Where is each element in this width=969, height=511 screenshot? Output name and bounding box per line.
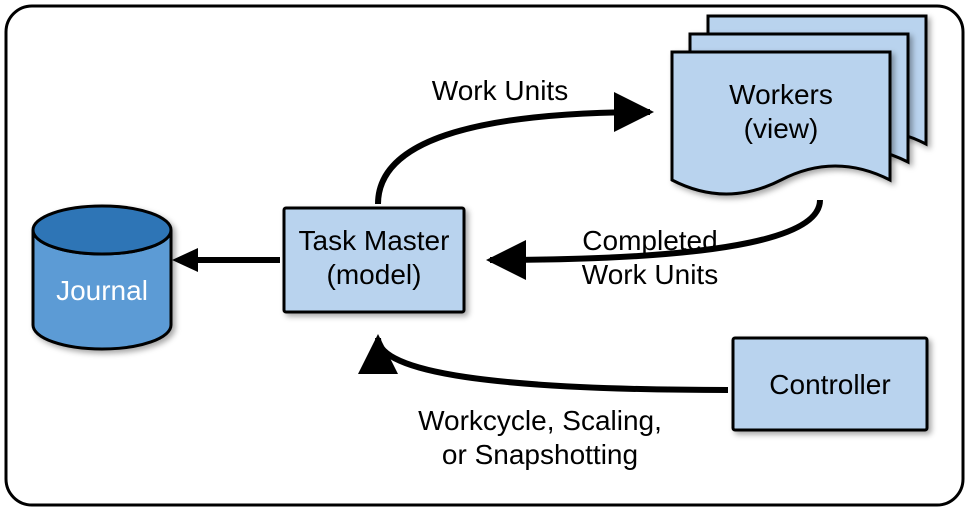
workers-label-1: Workers <box>729 79 833 110</box>
edge-work-units <box>378 112 650 204</box>
edge-completed-label-1: Completed <box>582 225 717 256</box>
edge-workcycle-label-2: or Snapshotting <box>442 439 638 470</box>
edge-taskmaster-to-journal <box>172 248 280 272</box>
taskmaster-label-2: (model) <box>327 259 422 290</box>
controller-label: Controller <box>769 369 890 400</box>
edge-workcycle <box>378 338 728 390</box>
edge-work-units-label: Work Units <box>432 75 568 106</box>
workers-label-2: (view) <box>744 113 819 144</box>
edge-completed-label-2: Work Units <box>582 259 718 290</box>
architecture-diagram: Journal Task Master (model) Workers (vie… <box>0 0 969 511</box>
edge-workcycle-label-1: Workcycle, Scaling, <box>418 405 662 436</box>
taskmaster-label-1: Task Master <box>299 225 450 256</box>
journal-label: Journal <box>56 275 148 306</box>
